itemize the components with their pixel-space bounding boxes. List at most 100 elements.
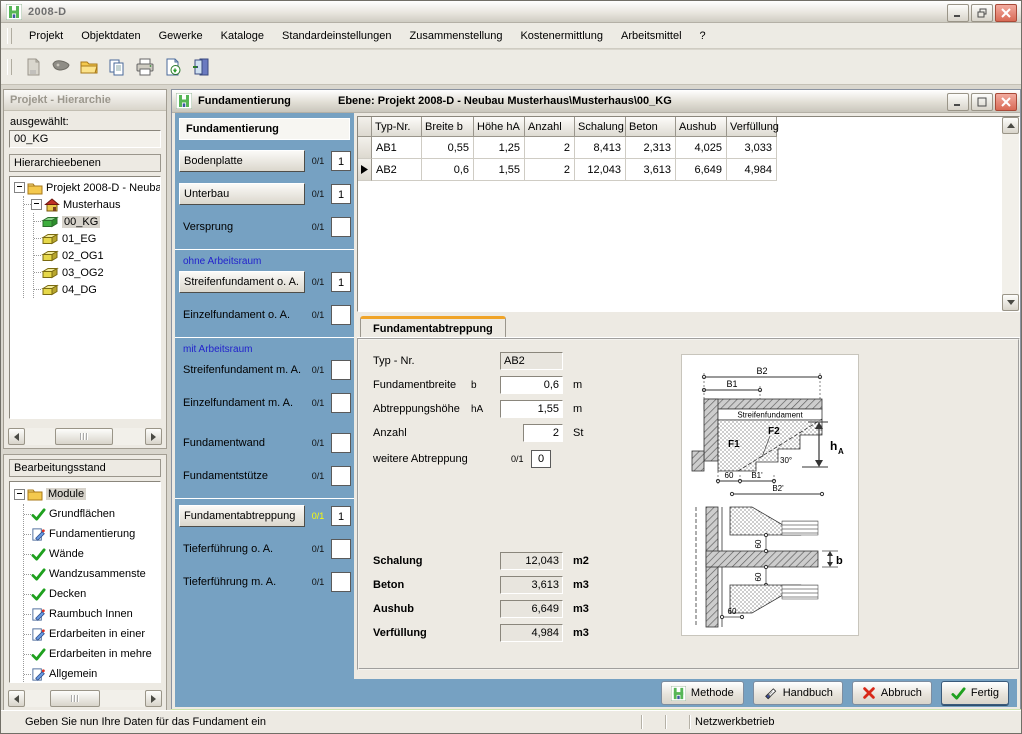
fundamentbreite-input[interactable] (500, 376, 563, 394)
menu-item-projekt[interactable]: Projekt (20, 26, 72, 46)
edit-icon (31, 667, 46, 682)
einzelfundament-ma-button[interactable]: Einzelfundament m. A. (179, 392, 305, 414)
column-header-breite[interactable]: Breite b (422, 117, 474, 137)
column-header-aushub[interactable]: Aushub (676, 117, 727, 137)
scroll-thumb[interactable] (55, 428, 113, 445)
count-field[interactable] (331, 572, 351, 592)
module-item-raumbuch-innen[interactable]: Raumbuch Innen (24, 604, 160, 624)
menu-item-kataloge[interactable]: Kataloge (212, 26, 273, 46)
tree-item-floor-02og1[interactable]: 02_OG1 (34, 247, 160, 264)
unterbau-button[interactable]: Unterbau (179, 183, 305, 205)
print-icon[interactable] (132, 54, 158, 80)
selected-label: ausgewählt: (10, 116, 160, 128)
column-header-verfuellung[interactable]: Verfüllung (727, 117, 777, 137)
versprung-button[interactable]: Versprung (179, 216, 305, 238)
check-icon (31, 547, 46, 562)
tree-item-building[interactable]: Musterhaus (24, 196, 160, 213)
column-header-beton[interactable]: Beton (626, 117, 676, 137)
count-field[interactable] (331, 466, 351, 486)
methode-button[interactable]: Methode (661, 681, 744, 705)
collapse-icon[interactable] (31, 199, 42, 210)
module-item-erdarbeiten-mehreren[interactable]: Erdarbeiten in mehre (24, 644, 160, 664)
tree-item-floor-00kg[interactable]: 00_KG (34, 213, 160, 230)
menubar-grip[interactable] (7, 28, 12, 44)
tieferfuehrung-ma-button[interactable]: Tieferführung m. A. (179, 571, 305, 593)
minimize-button[interactable] (947, 93, 969, 111)
abbruch-button[interactable]: Abbruch (852, 681, 932, 705)
menu-item-standardeinstellungen[interactable]: Standardeinstellungen (273, 26, 400, 46)
module-item-allgemein[interactable]: Allgemein (24, 664, 160, 683)
einzelfundament-oa-button[interactable]: Einzelfundament o. A. (179, 304, 305, 326)
menu-item-zusammenstellung[interactable]: Zusammenstellung (401, 26, 512, 46)
menu-item-arbeitsmittel[interactable]: Arbeitsmittel (612, 26, 691, 46)
tree-item-floor-01eg[interactable]: 01_EG (34, 230, 160, 247)
count-field[interactable] (331, 360, 351, 380)
close-icon[interactable] (995, 93, 1017, 111)
module-item-grundflaechen[interactable]: Grundflächen (24, 504, 160, 524)
aushub-label: Aushub (373, 603, 414, 615)
export-document-icon[interactable] (160, 54, 186, 80)
module-item-erdarbeiten-einer[interactable]: Erdarbeiten in einer (24, 624, 160, 644)
count-field[interactable] (331, 393, 351, 413)
streifenfundament-oa-button[interactable]: Streifenfundament o. A. (179, 271, 305, 293)
minimize-button[interactable] (947, 4, 969, 22)
copy-icon[interactable] (104, 54, 130, 80)
fundamentwand-button[interactable]: Fundamentwand (179, 432, 305, 454)
fertig-button[interactable]: Fertig (941, 681, 1009, 705)
menu-item-kostenermittlung[interactable]: Kostenermittlung (511, 26, 612, 46)
tieferfuehrung-oa-button[interactable]: Tieferführung o. A. (179, 538, 305, 560)
open-project-icon[interactable] (48, 54, 74, 80)
tree-item-project[interactable]: Projekt 2008-D - Neubau (14, 179, 160, 196)
folder-open-icon[interactable] (76, 54, 102, 80)
network-mode-label: Netzwerkbetrieb (691, 716, 1021, 728)
module-item-decken[interactable]: Decken (24, 584, 160, 604)
tree-item-floor-03og2[interactable]: 03_OG2 (34, 264, 160, 281)
count-field[interactable] (331, 217, 351, 237)
column-header-anzahl[interactable]: Anzahl (525, 117, 575, 137)
count-field[interactable] (331, 433, 351, 453)
scroll-right-icon[interactable] (145, 428, 162, 445)
maximize-button[interactable] (971, 93, 993, 111)
scroll-down-icon[interactable] (1002, 294, 1019, 311)
exit-door-icon[interactable] (188, 54, 214, 80)
restore-button[interactable] (971, 4, 993, 22)
column-header-hoehe[interactable]: Höhe hA (474, 117, 525, 137)
menu-item-objektdaten[interactable]: Objektdaten (72, 26, 149, 46)
abtreppungshoehe-input[interactable] (500, 400, 563, 418)
bodenplatte-button[interactable]: Bodenplatte (179, 150, 305, 172)
count-field[interactable]: 1 (331, 151, 351, 171)
anzahl-input[interactable] (523, 424, 563, 442)
collapse-icon[interactable] (14, 182, 25, 193)
module-item-waende[interactable]: Wände (24, 544, 160, 564)
abtreppungshoehe-label: Abtreppungshöhe (373, 403, 460, 415)
scroll-right-icon[interactable] (145, 690, 162, 707)
scroll-left-icon[interactable] (8, 428, 25, 445)
fundamentabtreppung-button[interactable]: Fundamentabtreppung (179, 505, 305, 527)
module-item-wandzusammenstellung[interactable]: Wandzusammenste (24, 564, 160, 584)
close-icon[interactable] (995, 4, 1017, 22)
count-field[interactable]: 1 (331, 272, 351, 292)
streifenfundament-ma-button[interactable]: Streifenfundament m. A. (179, 359, 305, 381)
count-field[interactable]: 1 (331, 184, 351, 204)
weitere-abtreppung-input[interactable] (531, 450, 551, 468)
tree-item-module-root[interactable]: Module (14, 484, 160, 504)
scroll-up-icon[interactable] (1002, 117, 1019, 134)
scroll-left-icon[interactable] (8, 690, 25, 707)
count-field[interactable]: 1 (331, 506, 351, 526)
tab-fundamentabtreppung[interactable]: Fundamentabtreppung (360, 316, 506, 338)
menu-item-gewerke[interactable]: Gewerke (150, 26, 212, 46)
new-document-icon[interactable] (20, 54, 46, 80)
scroll-thumb[interactable] (50, 690, 100, 707)
modules-tree: Module Grundflächen Fundamentierung Wänd… (9, 481, 161, 683)
menu-item-hilfe[interactable]: ? (691, 26, 715, 46)
count-field[interactable] (331, 539, 351, 559)
column-header-typnr[interactable]: Typ-Nr. (372, 117, 422, 137)
tree-item-floor-04dg[interactable]: 04_DG (34, 281, 160, 298)
count-field[interactable] (331, 305, 351, 325)
module-item-fundamentierung[interactable]: Fundamentierung (24, 524, 160, 544)
collapse-icon[interactable] (14, 489, 25, 500)
toolbar-grip[interactable] (7, 59, 12, 75)
fundamentstuetze-button[interactable]: Fundamentstütze (179, 465, 305, 487)
column-header-schalung[interactable]: Schalung (575, 117, 626, 137)
handbuch-button[interactable]: Handbuch (753, 681, 843, 705)
